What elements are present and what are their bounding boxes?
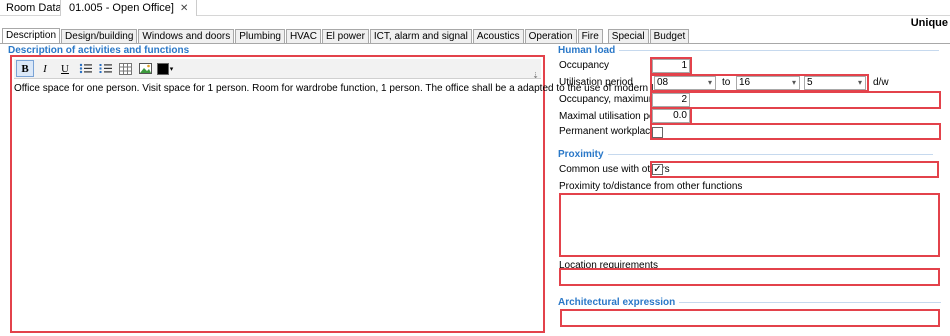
tab-description[interactable]: Description	[2, 28, 61, 43]
location-requirements-field[interactable]	[559, 268, 940, 286]
tab-el-power[interactable]: El power	[322, 29, 369, 43]
heading-rule	[619, 50, 940, 51]
table-icon[interactable]	[116, 60, 134, 77]
editor-toolbar: B I U ▾	[14, 59, 541, 79]
tab-plumbing[interactable]: Plumbing	[235, 29, 285, 43]
tab-operation[interactable]: Operation	[524, 29, 577, 43]
app-title: Room Data	[6, 2, 62, 14]
tab-design-building[interactable]: Design/building	[61, 29, 138, 43]
proximity-heading-label: Proximity	[558, 149, 604, 160]
document-tab-label: 01.005 - Open Office]	[69, 2, 174, 14]
common-use-highlight	[650, 161, 939, 178]
title-bar: Room Data 01.005 - Open Office] ✕	[0, 0, 950, 16]
proximity-heading: Proximity	[558, 149, 933, 160]
bold-button[interactable]: B	[16, 60, 34, 77]
underline-button[interactable]: U	[56, 60, 74, 77]
tab-special[interactable]: Special	[607, 29, 649, 43]
tab-ict[interactable]: ICT, alarm and signal	[369, 29, 472, 43]
tab-hvac[interactable]: HVAC	[285, 29, 321, 43]
tab-acoustics[interactable]: Acoustics	[472, 29, 524, 43]
image-icon[interactable]	[136, 60, 154, 77]
tab-strip: Description Design/building Windows and …	[2, 28, 690, 43]
document-tab[interactable]: 01.005 - Open Office] ✕	[60, 0, 198, 16]
architectural-expression-field[interactable]	[560, 309, 940, 327]
occupancy-max-highlight	[650, 91, 941, 109]
heading-rule	[607, 154, 933, 155]
tab-windows-doors[interactable]: Windows and doors	[138, 29, 235, 43]
utilisation-label: Utilisation period	[559, 77, 633, 88]
italic-button[interactable]: I	[36, 60, 54, 77]
proximity-distance-label: Proximity to/distance from other functio…	[559, 181, 743, 192]
chevron-down-icon: ▾	[169, 65, 174, 73]
mode-label: Unique	[910, 17, 948, 29]
numbered-list-icon[interactable]	[96, 60, 114, 77]
permanent-workplace-label: Permanent workplace	[559, 126, 656, 137]
close-icon[interactable]: ✕	[180, 3, 188, 14]
human-load-heading: Human load	[558, 45, 940, 56]
bulleted-list-icon[interactable]	[76, 60, 94, 77]
font-color-swatch	[156, 62, 169, 75]
font-color-picker[interactable]: ▾	[156, 60, 174, 77]
description-editor[interactable]: B I U ▾ ⇣ Office space for one person. V…	[10, 55, 693, 333]
permanent-workplace-highlight	[650, 123, 941, 140]
occupancy-max-label: Occupancy, maximum	[559, 94, 658, 105]
occupancy-highlight	[650, 57, 692, 75]
resize-grip-icon[interactable]: ⇣	[532, 71, 539, 80]
tab-budget[interactable]: Budget	[649, 29, 690, 43]
heading-rule	[679, 302, 942, 303]
utilisation-highlight	[650, 74, 869, 92]
tab-divider	[0, 43, 950, 44]
tab-fire[interactable]: Fire	[577, 29, 603, 43]
architectural-heading-label: Architectural expression	[558, 297, 676, 308]
proximity-distance-textarea[interactable]	[559, 193, 940, 257]
occupancy-label: Occupancy	[559, 60, 610, 71]
human-load-heading-label: Human load	[558, 45, 616, 56]
architectural-heading: Architectural expression	[558, 297, 942, 308]
days-unit-label: d/w	[873, 77, 889, 88]
